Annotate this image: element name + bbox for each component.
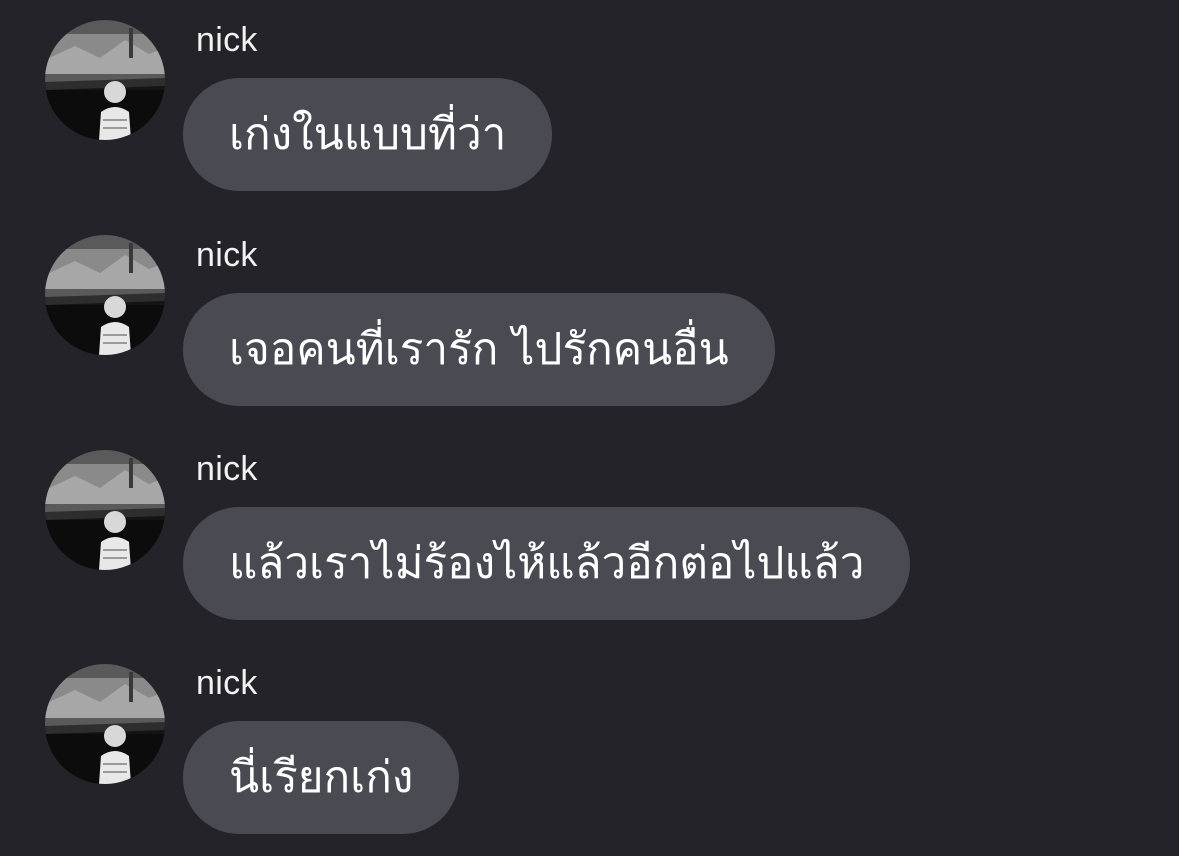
message-row: nick เจอคนที่เรารัก ไปรักคนอื่น (0, 215, 1179, 429)
message-bubble[interactable]: แล้วเราไม่ร้องไห้แล้วอีกต่อไปแล้ว (183, 507, 911, 620)
message-bubble[interactable]: เจอคนที่เรารัก ไปรักคนอื่น (183, 293, 775, 406)
message-row: nick เก่งในแบบที่ว่า (0, 0, 1179, 214)
message-row: nick แล้วเราไม่ร้องไห้แล้วอีกต่อไปแล้ว (0, 429, 1179, 643)
sender-avatar[interactable] (45, 664, 165, 784)
avatar-photo-icon (45, 235, 165, 355)
chat-thread: nick เก่งในแบบที่ว่า nick เจอคนที่เรารัก… (0, 0, 1179, 856)
avatar-photo-icon (45, 450, 165, 570)
message-text: เก่งในแบบที่ว่า (229, 108, 507, 160)
message-row: nick นี่เรียกเก่ง (0, 643, 1179, 856)
sender-name: nick (196, 236, 258, 274)
sender-avatar[interactable] (45, 20, 165, 140)
sender-avatar[interactable] (45, 450, 165, 570)
message-text: เจอคนที่เรารัก ไปรักคนอื่น (229, 323, 729, 375)
avatar-photo-icon (45, 20, 165, 140)
message-bubble[interactable]: เก่งในแบบที่ว่า (183, 78, 553, 191)
message-text: นี่เรียกเก่ง (229, 751, 414, 803)
sender-avatar[interactable] (45, 235, 165, 355)
message-bubble[interactable]: นี่เรียกเก่ง (183, 721, 460, 834)
avatar-photo-icon (45, 664, 165, 784)
message-text: แล้วเราไม่ร้องไห้แล้วอีกต่อไปแล้ว (229, 537, 865, 589)
sender-name: nick (196, 664, 258, 702)
sender-name: nick (196, 450, 258, 488)
sender-name: nick (196, 21, 258, 59)
